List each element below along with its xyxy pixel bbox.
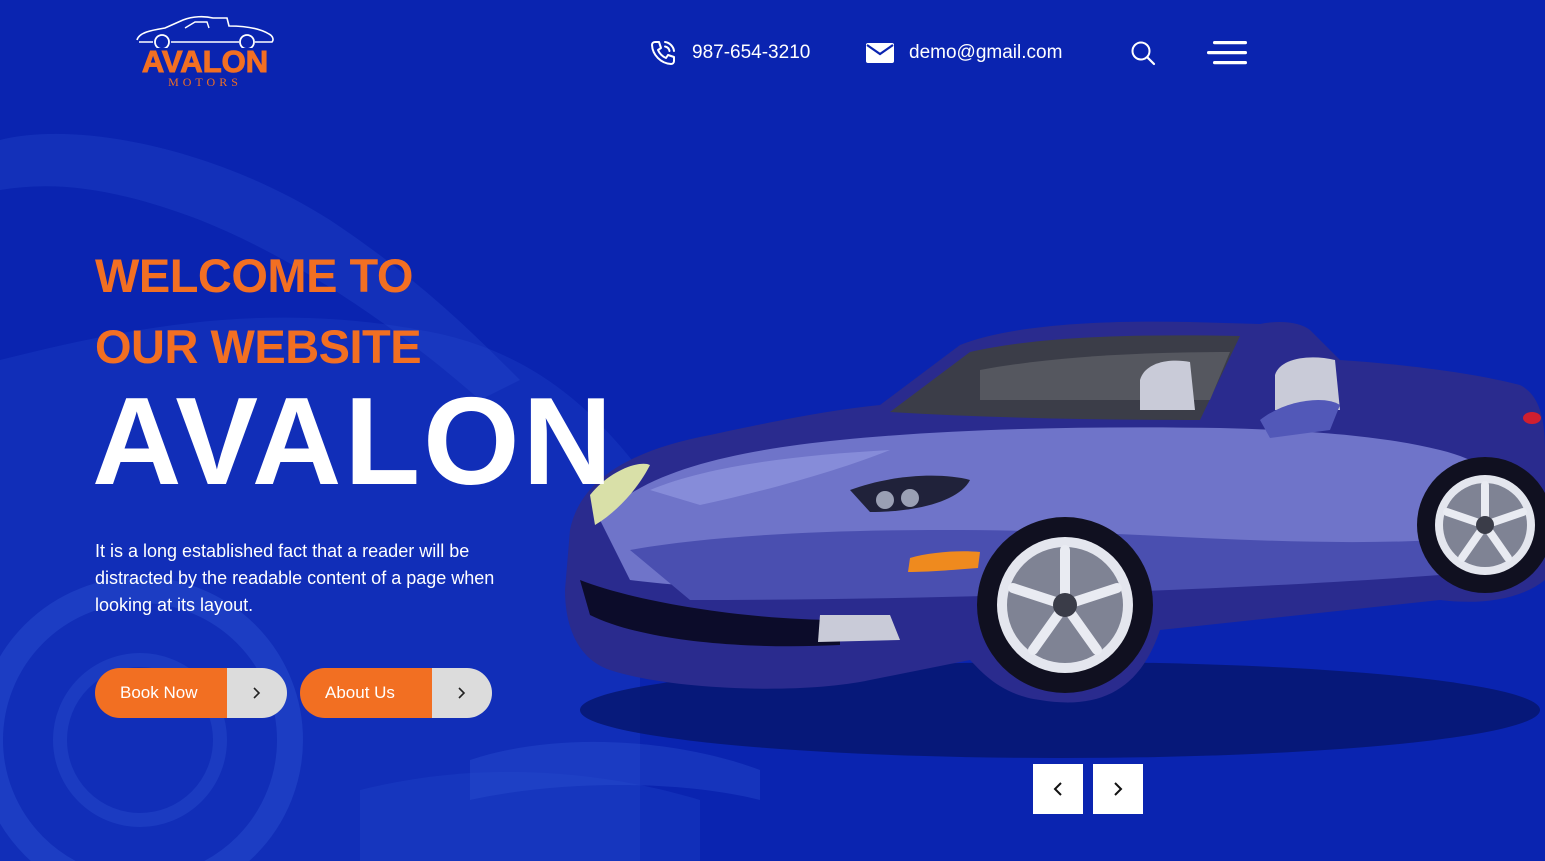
header-phone[interactable]: 987-654-3210	[648, 38, 810, 68]
search-icon	[1131, 41, 1156, 66]
chevron-left-icon	[1053, 782, 1062, 796]
email-address: demo@gmail.com	[909, 42, 1063, 63]
phone-number: 987-654-3210	[692, 42, 811, 63]
search-button[interactable]	[1128, 38, 1158, 68]
hero-welcome-line1: WELCOME TO	[95, 249, 413, 302]
about-us-button[interactable]: About Us	[300, 668, 492, 718]
menu-button[interactable]	[1207, 40, 1249, 66]
slider-prev-button[interactable]	[1033, 764, 1083, 814]
hero-title: AVALON	[92, 373, 616, 511]
about-us-label: About Us	[300, 668, 432, 718]
logo-tagline: MOTORS	[168, 75, 242, 89]
slider-next-button[interactable]	[1093, 764, 1143, 814]
hero-car-image	[540, 300, 1545, 760]
chevron-right-icon	[1114, 782, 1123, 796]
phone-icon	[648, 38, 678, 68]
chevron-right-icon	[432, 668, 492, 718]
mail-icon	[865, 38, 895, 68]
hero-description: It is a long established fact that a rea…	[95, 541, 495, 615]
chevron-right-icon	[227, 668, 287, 718]
book-now-button[interactable]: Book Now	[95, 668, 287, 718]
hero-welcome: WELCOME TO OUR WEBSITE	[95, 240, 422, 382]
car-logo-icon	[136, 15, 274, 48]
brand-logo[interactable]: AVALON MOTORS	[135, 14, 275, 90]
header-email[interactable]: demo@gmail.com	[865, 38, 1062, 68]
hamburger-menu-icon	[1207, 41, 1247, 65]
book-now-label: Book Now	[95, 668, 227, 718]
